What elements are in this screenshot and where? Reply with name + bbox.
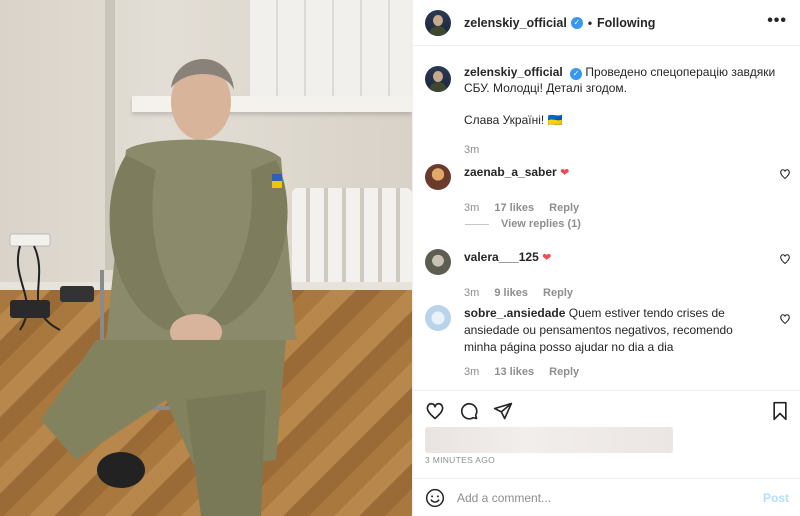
comment-username[interactable]: sobre_.ansiedade <box>464 306 565 320</box>
bookmark-icon[interactable] <box>771 401 789 421</box>
comment-reply-button[interactable]: Reply <box>543 287 573 299</box>
comment-time: 3m <box>464 202 480 214</box>
post-header: zelenskiy_official ✓ • Following ••• <box>413 0 800 46</box>
photo-seated-man <box>41 59 296 516</box>
caption-time: 3m <box>464 144 480 156</box>
commenter-avatar[interactable] <box>425 164 451 190</box>
comment-like-heart-icon[interactable] <box>779 313 791 325</box>
post-comment-button[interactable]: Post <box>763 491 789 505</box>
header-separator: • <box>587 15 593 30</box>
comment-item: sobre_.ansiedade Quem estiver tendo cris… <box>425 305 800 378</box>
comment-icon[interactable] <box>459 401 479 421</box>
comment-likes[interactable]: 17 likes <box>494 202 534 214</box>
comment-time: 3m <box>464 287 480 299</box>
comment-username[interactable]: valera___125 <box>464 250 539 264</box>
verified-badge-icon: ✓ <box>570 16 583 29</box>
comment-likes[interactable]: 13 likes <box>494 366 534 378</box>
commenter-avatar[interactable] <box>425 305 451 331</box>
post-actions: 3 MINUTES AGO <box>413 390 800 480</box>
view-replies-label: View replies (1) <box>501 218 581 230</box>
heart-icon[interactable] <box>425 401 445 421</box>
post-sidebar: zelenskiy_official ✓ • Following ••• zel… <box>412 0 800 516</box>
view-replies-line <box>465 223 489 225</box>
author-username[interactable]: zelenskiy_official <box>464 16 567 30</box>
author-avatar[interactable] <box>425 9 451 36</box>
caption-text-line2: Слава Україні! 🇺🇦 <box>464 113 563 127</box>
comment-likes[interactable]: 9 likes <box>494 287 528 299</box>
commenter-avatar[interactable] <box>425 249 451 275</box>
comment-reply-button[interactable]: Reply <box>549 202 579 214</box>
add-comment-input[interactable] <box>457 490 747 505</box>
comment-username[interactable]: zaenab_a_saber <box>464 165 557 179</box>
caption-verified-badge-icon: ✓ <box>570 68 583 80</box>
caption-avatar[interactable] <box>425 66 451 92</box>
add-comment-bar: Post <box>413 478 800 516</box>
comment-time: 3m <box>464 366 480 378</box>
instagram-post: zelenskiy_official ✓ • Following ••• zel… <box>0 0 800 516</box>
view-replies-button[interactable]: View replies (1) <box>465 218 581 230</box>
caption-username[interactable]: zelenskiy_official <box>464 65 563 79</box>
post-photo[interactable] <box>0 0 412 516</box>
comment-like-heart-icon[interactable] <box>779 168 791 180</box>
red-heart-emoji: ❤ <box>542 252 552 264</box>
comment-reply-button[interactable]: Reply <box>549 366 579 378</box>
comment-item: valera___125 ❤ 3m 9 likes Reply <box>425 249 800 299</box>
more-options-icon[interactable]: ••• <box>767 12 787 30</box>
liked-by-blurred <box>425 427 673 453</box>
share-icon[interactable] <box>493 401 513 421</box>
emoji-smiley-icon[interactable] <box>425 488 445 508</box>
bookmark-button[interactable] <box>771 401 789 421</box>
comment-item: zaenab_a_saber ❤ 3m 17 likes Reply <box>425 164 800 214</box>
post-caption: zelenskiy_official ✓ Проведено спецопера… <box>425 64 795 158</box>
post-time-ago[interactable]: 3 MINUTES AGO <box>425 455 495 465</box>
comment-like-heart-icon[interactable] <box>779 253 791 265</box>
red-heart-emoji: ❤ <box>560 167 570 179</box>
following-button[interactable]: Following <box>597 16 655 30</box>
